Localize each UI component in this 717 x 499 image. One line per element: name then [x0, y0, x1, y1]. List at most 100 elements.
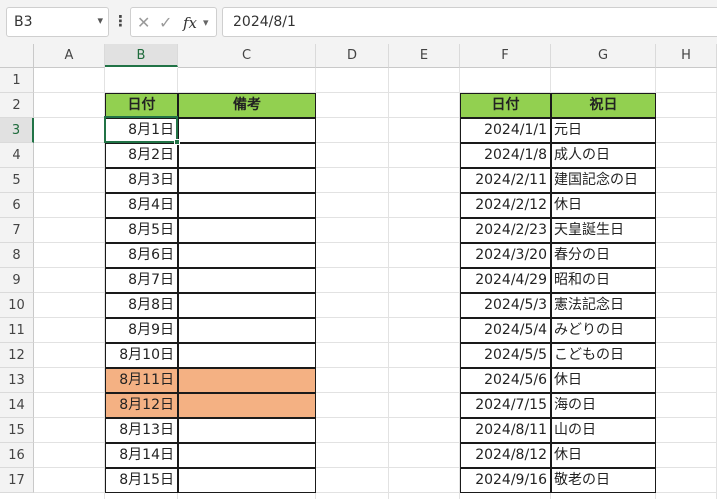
date-cell[interactable]: 8月3日 — [105, 168, 178, 193]
date-cell[interactable]: 8月12日 — [105, 393, 178, 418]
column-header-h[interactable]: H — [656, 44, 717, 68]
note-cell[interactable] — [178, 418, 316, 443]
fill-handle[interactable] — [174, 139, 180, 145]
holiday-date-cell[interactable]: 2024/9/16 — [460, 468, 551, 493]
row-header-17[interactable]: 17 — [0, 468, 34, 493]
holiday-date-cell[interactable]: 2024/1/1 — [460, 118, 551, 143]
date-cell[interactable]: 8月2日 — [105, 143, 178, 168]
date-cell[interactable]: 8月6日 — [105, 243, 178, 268]
header-holiday-name[interactable]: 祝日 — [551, 93, 656, 118]
holiday-date-cell[interactable]: 2024/7/15 — [460, 393, 551, 418]
note-cell[interactable] — [178, 243, 316, 268]
holiday-name-cell[interactable]: 敬老の日 — [551, 468, 656, 493]
row-header-3[interactable]: 3 — [0, 118, 34, 143]
holiday-name-cell[interactable]: 山の日 — [551, 418, 656, 443]
holiday-date-cell[interactable]: 2024/5/5 — [460, 343, 551, 368]
note-cell[interactable] — [178, 268, 316, 293]
holiday-name-cell[interactable]: 天皇誕生日 — [551, 218, 656, 243]
holiday-date-cell[interactable]: 2024/5/4 — [460, 318, 551, 343]
holiday-date-cell[interactable]: 2024/2/12 — [460, 193, 551, 218]
note-cell[interactable] — [178, 468, 316, 493]
holiday-name-cell[interactable]: 休日 — [551, 193, 656, 218]
holiday-name-cell[interactable]: 春分の日 — [551, 243, 656, 268]
note-cell[interactable] — [178, 368, 316, 393]
date-cell[interactable]: 8月14日 — [105, 443, 178, 468]
column-header-d[interactable]: D — [316, 44, 389, 68]
note-cell[interactable] — [178, 393, 316, 418]
holiday-name-cell[interactable]: 元日 — [551, 118, 656, 143]
note-cell[interactable] — [178, 218, 316, 243]
holiday-date-cell[interactable]: 2024/4/29 — [460, 268, 551, 293]
row-header-9[interactable]: 9 — [0, 268, 34, 293]
row-header-13[interactable]: 13 — [0, 368, 34, 393]
row-header-1[interactable]: 1 — [0, 68, 34, 93]
row-header-6[interactable]: 6 — [0, 193, 34, 218]
holiday-name-cell[interactable]: みどりの日 — [551, 318, 656, 343]
note-cell[interactable] — [178, 343, 316, 368]
holiday-date-cell[interactable]: 2024/1/8 — [460, 143, 551, 168]
date-cell[interactable]: 8月8日 — [105, 293, 178, 318]
date-cell[interactable]: 8月9日 — [105, 318, 178, 343]
holiday-name-cell[interactable]: 成人の日 — [551, 143, 656, 168]
note-cell[interactable] — [178, 143, 316, 168]
date-cell[interactable]: 8月7日 — [105, 268, 178, 293]
name-box[interactable]: B3 ▾ — [6, 7, 109, 37]
holiday-name-cell[interactable]: 建国記念の日 — [551, 168, 656, 193]
holiday-name-cell[interactable]: こどもの日 — [551, 343, 656, 368]
holiday-name-cell[interactable]: 海の日 — [551, 393, 656, 418]
holiday-name-cell[interactable]: 休日 — [551, 443, 656, 468]
header-holiday-date[interactable]: 日付 — [460, 93, 551, 118]
row-header-16[interactable]: 16 — [0, 443, 34, 468]
chevron-down-icon[interactable]: ▾ — [203, 16, 209, 29]
cancel-icon[interactable]: ✕ — [137, 13, 150, 32]
holiday-date-cell[interactable]: 2024/8/12 — [460, 443, 551, 468]
note-cell[interactable] — [178, 293, 316, 318]
confirm-icon[interactable]: ✓ — [159, 13, 172, 32]
select-all-corner[interactable] — [0, 44, 34, 68]
holiday-date-cell[interactable]: 2024/8/11 — [460, 418, 551, 443]
column-header-e[interactable]: E — [389, 44, 460, 68]
note-cell[interactable] — [178, 168, 316, 193]
chevron-down-icon[interactable]: ▾ — [97, 14, 103, 27]
more-options-icon[interactable]: ⋮ — [113, 12, 128, 32]
note-cell[interactable] — [178, 443, 316, 468]
header-note[interactable]: 備考 — [178, 93, 316, 118]
formula-buttons: ✕ ✓ fx ▾ — [130, 7, 217, 37]
row-header-4[interactable]: 4 — [0, 143, 34, 168]
holiday-name-cell[interactable]: 昭和の日 — [551, 268, 656, 293]
holiday-date-cell[interactable]: 2024/5/3 — [460, 293, 551, 318]
row-header-15[interactable]: 15 — [0, 418, 34, 443]
date-cell[interactable]: 8月13日 — [105, 418, 178, 443]
holiday-date-cell[interactable]: 2024/5/6 — [460, 368, 551, 393]
holiday-date-cell[interactable]: 2024/2/11 — [460, 168, 551, 193]
insert-function-icon[interactable]: fx — [183, 14, 197, 32]
formula-input[interactable]: 2024/8/1 — [222, 7, 717, 37]
column-header-a[interactable]: A — [34, 44, 105, 68]
date-cell[interactable]: 8月4日 — [105, 193, 178, 218]
holiday-date-cell[interactable]: 2024/2/23 — [460, 218, 551, 243]
row-header-14[interactable]: 14 — [0, 393, 34, 418]
note-cell[interactable] — [178, 193, 316, 218]
holiday-date-cell[interactable]: 2024/3/20 — [460, 243, 551, 268]
holiday-name-cell[interactable]: 憲法記念日 — [551, 293, 656, 318]
date-cell[interactable]: 8月11日 — [105, 368, 178, 393]
date-cell[interactable]: 8月5日 — [105, 218, 178, 243]
column-header-c[interactable]: C — [178, 44, 316, 68]
date-cell[interactable]: 8月10日 — [105, 343, 178, 368]
row-header-5[interactable]: 5 — [0, 168, 34, 193]
header-date[interactable]: 日付 — [105, 93, 178, 118]
row-header-12[interactable]: 12 — [0, 343, 34, 368]
column-header-g[interactable]: G — [551, 44, 656, 68]
holiday-name-cell[interactable]: 休日 — [551, 368, 656, 393]
note-cell[interactable] — [178, 118, 316, 143]
row-header-10[interactable]: 10 — [0, 293, 34, 318]
row-header-11[interactable]: 11 — [0, 318, 34, 343]
row-header-7[interactable]: 7 — [0, 218, 34, 243]
row-header-8[interactable]: 8 — [0, 243, 34, 268]
date-cell[interactable]: 8月15日 — [105, 468, 178, 493]
column-header-f[interactable]: F — [460, 44, 551, 68]
column-header-b[interactable]: B — [105, 44, 178, 67]
row-header-2[interactable]: 2 — [0, 93, 34, 118]
name-box-value: B3 — [14, 14, 33, 30]
note-cell[interactable] — [178, 318, 316, 343]
